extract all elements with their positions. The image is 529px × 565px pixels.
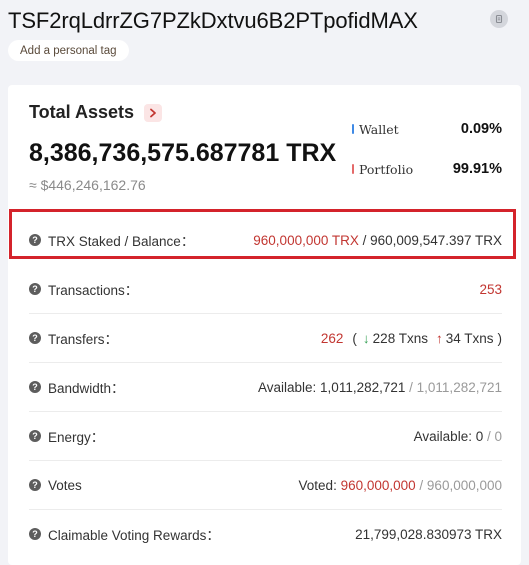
arrow-down-icon: ↓: [362, 330, 370, 346]
staked-amount-link[interactable]: 960,000,000 TRX: [253, 233, 359, 248]
separator: /: [415, 477, 427, 493]
bandwidth-available: 1,011,282,721: [320, 379, 406, 395]
energy-available: 0: [475, 428, 484, 444]
portfolio-color-marker: [352, 164, 354, 174]
transfers-out: 34 Txns: [445, 330, 494, 346]
balance-total: 960,009,547.397 TRX: [370, 232, 502, 248]
row-transactions: ? Transactions： 253: [29, 265, 502, 314]
row-transfers: ? Transfers： 262 ( ↓ 228 Txns ↑ 34 Txns ): [29, 314, 502, 363]
legend-label: Portfolio: [359, 161, 414, 177]
chevron-right-icon[interactable]: [144, 103, 163, 122]
total-assets-title: Total Assets: [29, 102, 163, 123]
legend-percent: 0.09%: [460, 121, 502, 137]
legend-label: Wallet: [359, 121, 399, 137]
help-icon[interactable]: ?: [29, 479, 41, 491]
row-trx-staked: ? TRX Staked / Balance： 960,000,000 TRX /…: [29, 216, 502, 264]
energy-total: 0: [494, 428, 502, 444]
transactions-count-link[interactable]: 253: [479, 282, 502, 297]
open-paren: (: [352, 330, 357, 346]
transfers-count-link[interactable]: 262: [321, 331, 344, 346]
votes-total: 960,000,000: [426, 477, 502, 493]
legend-portfolio: Portfolio 99.91%: [352, 161, 502, 177]
separator: /: [358, 232, 371, 248]
row-label: Claimable Voting Rewards：: [48, 528, 220, 543]
row-label: Votes: [48, 477, 82, 493]
total-assets-usd: ≈ $446,246,162.76: [29, 177, 146, 193]
row-claimable-rewards: ? Claimable Voting Rewards： 21,799,028.83…: [29, 510, 502, 558]
votes-used-link[interactable]: 960,000,000: [341, 478, 416, 493]
claimable-rewards-value: 21,799,028.830973 TRX: [355, 526, 502, 542]
copy-icon[interactable]: [490, 10, 508, 28]
row-label: Energy：: [48, 430, 105, 445]
available-prefix: Available:: [413, 428, 476, 444]
account-address: TSF2rqLdrrZG7PZkDxtvu6B2PTpofidMAX: [8, 8, 418, 33]
help-icon[interactable]: ?: [29, 332, 41, 344]
total-assets-amount: 8,386,736,575.687781 TRX: [29, 139, 337, 167]
arrow-up-icon: ↑: [435, 330, 443, 346]
available-prefix: Available:: [258, 379, 321, 395]
help-icon[interactable]: ?: [29, 234, 41, 246]
row-votes: ? Votes Voted: 960,000,000 / 960,000,000: [29, 461, 502, 510]
row-energy: ? Energy： Available: 0 / 0: [29, 412, 502, 461]
row-label: TRX Staked / Balance：: [48, 234, 195, 249]
row-bandwidth: ? Bandwidth： Available: 1,011,282,721 / 1…: [29, 363, 502, 412]
help-icon[interactable]: ?: [29, 430, 41, 442]
wallet-color-marker: [352, 124, 354, 134]
transfers-in: 228 Txns: [372, 330, 428, 346]
voted-prefix: Voted:: [298, 477, 341, 493]
help-icon[interactable]: ?: [29, 528, 41, 540]
add-personal-tag-button[interactable]: Add a personal tag: [8, 40, 129, 61]
row-label: Transactions：: [48, 283, 139, 298]
separator: /: [483, 428, 495, 444]
help-icon[interactable]: ?: [29, 283, 41, 295]
row-label: Transfers：: [48, 332, 119, 347]
legend-percent: 99.91%: [452, 161, 502, 177]
legend-wallet: Wallet 0.09%: [352, 121, 502, 137]
address-row: TSF2rqLdrrZG7PZkDxtvu6B2PTpofidMAX: [8, 8, 418, 34]
total-assets-label: Total Assets: [29, 102, 135, 122]
row-label: Bandwidth：: [48, 381, 125, 396]
bandwidth-total: 1,011,282,721: [416, 379, 502, 395]
separator: /: [405, 379, 417, 395]
close-paren: ): [497, 330, 503, 346]
help-icon[interactable]: ?: [29, 381, 41, 393]
